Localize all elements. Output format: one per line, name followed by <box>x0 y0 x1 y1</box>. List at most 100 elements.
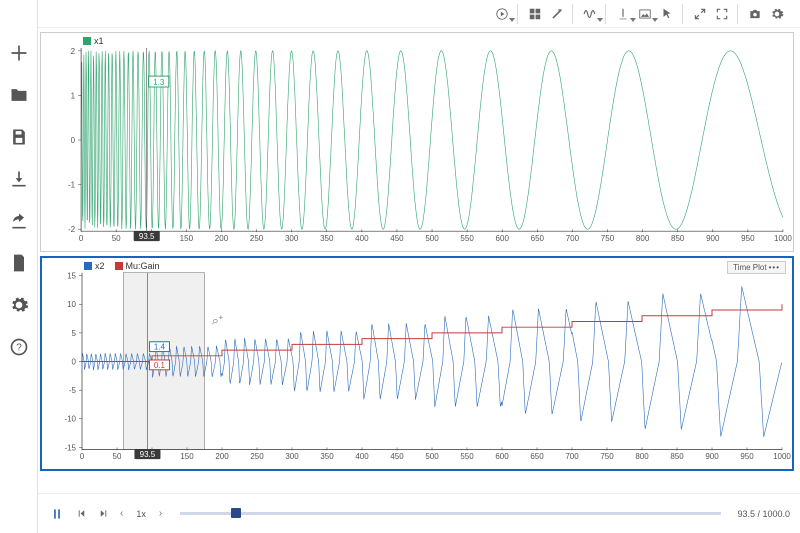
document-button[interactable] <box>6 250 32 276</box>
plots-container: x1 0501001502002503003504004505005506006… <box>38 28 800 493</box>
svg-text:-15: -15 <box>64 443 76 452</box>
open-folder-button[interactable] <box>6 82 32 108</box>
svg-text:0: 0 <box>71 136 76 145</box>
help-button[interactable]: ? <box>6 334 32 360</box>
svg-text:10: 10 <box>67 300 76 309</box>
svg-text:300: 300 <box>285 452 299 461</box>
step-fwd-button[interactable] <box>96 507 110 521</box>
svg-text:700: 700 <box>566 234 580 243</box>
picture-button[interactable] <box>634 4 656 24</box>
download-button[interactable] <box>6 166 32 192</box>
svg-text:350: 350 <box>320 452 334 461</box>
svg-text:900: 900 <box>705 452 719 461</box>
snapshot-button[interactable] <box>744 4 766 24</box>
svg-text:750: 750 <box>601 234 615 243</box>
svg-text:650: 650 <box>530 452 544 461</box>
top-toolbar <box>38 0 800 28</box>
run-button[interactable] <box>491 4 513 24</box>
svg-text:50: 50 <box>112 234 121 243</box>
svg-text:15: 15 <box>67 272 76 281</box>
svg-text:93.5: 93.5 <box>139 232 155 241</box>
svg-text:250: 250 <box>250 234 264 243</box>
speed-label: 1x <box>133 509 149 519</box>
svg-text:400: 400 <box>355 452 369 461</box>
svg-text:50: 50 <box>113 452 122 461</box>
pause-button[interactable] <box>48 505 66 523</box>
svg-text:-2: -2 <box>68 225 76 234</box>
svg-text:150: 150 <box>180 452 194 461</box>
svg-text:450: 450 <box>390 234 404 243</box>
svg-text:?: ? <box>16 342 22 353</box>
plot-1-canvas[interactable]: 0501001502002503003504004505005506006507… <box>41 33 793 251</box>
marker-button[interactable] <box>612 4 634 24</box>
svg-text:350: 350 <box>320 234 334 243</box>
legend-mu: Mu:Gain <box>126 261 160 271</box>
main-area: x1 0501001502002503003504004505005506006… <box>38 0 800 533</box>
timeline-thumb[interactable] <box>231 508 241 518</box>
svg-text:0: 0 <box>80 452 85 461</box>
plot-2[interactable]: x2 Mu:Gain Time Plot••• 0501001502002503… <box>40 256 794 471</box>
svg-text:0: 0 <box>72 358 77 367</box>
svg-text:1.4: 1.4 <box>154 343 166 352</box>
svg-text:850: 850 <box>671 234 685 243</box>
app-root: ? <box>0 0 800 533</box>
svg-text:250: 250 <box>250 452 264 461</box>
svg-text:-1: -1 <box>68 181 76 190</box>
svg-text:450: 450 <box>390 452 404 461</box>
svg-text:650: 650 <box>531 234 545 243</box>
svg-text:700: 700 <box>565 452 579 461</box>
svg-text:5: 5 <box>72 329 77 338</box>
svg-text:300: 300 <box>285 234 299 243</box>
legend-x1: x1 <box>94 36 104 46</box>
fullscreen-button[interactable] <box>711 4 733 24</box>
svg-text:600: 600 <box>496 234 510 243</box>
svg-text:1000: 1000 <box>773 452 791 461</box>
grid-layout-button[interactable] <box>524 4 546 24</box>
step-back-button[interactable] <box>74 507 88 521</box>
expand-button[interactable] <box>689 4 711 24</box>
svg-text:1.3: 1.3 <box>153 78 165 87</box>
clear-button[interactable] <box>546 4 568 24</box>
plot-2-canvas[interactable]: 0501001502002503003504004505005506006507… <box>42 258 792 469</box>
svg-text:150: 150 <box>180 234 194 243</box>
svg-text:200: 200 <box>215 452 229 461</box>
pointer-button[interactable] <box>656 4 678 24</box>
svg-text:600: 600 <box>495 452 509 461</box>
svg-text:850: 850 <box>670 452 684 461</box>
svg-text:2: 2 <box>71 47 76 56</box>
svg-text:800: 800 <box>635 452 649 461</box>
time-counter: 93.5 / 1000.0 <box>737 509 790 519</box>
timeline-track[interactable] <box>180 512 721 515</box>
plot-2-type-badge[interactable]: Time Plot••• <box>727 261 786 274</box>
speed-inc-button[interactable]: › <box>157 508 164 519</box>
svg-text:800: 800 <box>636 234 650 243</box>
config-button[interactable] <box>766 4 788 24</box>
svg-text:-5: -5 <box>69 386 77 395</box>
settings-button[interactable] <box>6 292 32 318</box>
svg-text:0: 0 <box>79 234 84 243</box>
signal-button[interactable] <box>579 4 601 24</box>
legend-x2: x2 <box>95 261 105 271</box>
plot-2-legend: x2 Mu:Gain <box>84 261 160 271</box>
export-button[interactable] <box>6 208 32 234</box>
svg-text:500: 500 <box>425 452 439 461</box>
svg-text:1: 1 <box>71 91 76 100</box>
plot-1-legend: x1 <box>83 36 104 46</box>
plot-1[interactable]: x1 0501001502002503003504004505005506006… <box>40 32 794 252</box>
svg-text:-10: -10 <box>64 415 76 424</box>
svg-text:1000: 1000 <box>774 234 792 243</box>
svg-text:550: 550 <box>460 234 474 243</box>
svg-text:950: 950 <box>740 452 754 461</box>
svg-text:950: 950 <box>741 234 755 243</box>
svg-text:400: 400 <box>355 234 369 243</box>
speed-dec-button[interactable]: ‹ <box>118 508 125 519</box>
add-button[interactable] <box>6 40 32 66</box>
svg-text:0.1: 0.1 <box>154 361 166 370</box>
svg-text:200: 200 <box>215 234 229 243</box>
svg-text:550: 550 <box>460 452 474 461</box>
sidebar: ? <box>0 0 38 533</box>
svg-text:750: 750 <box>600 452 614 461</box>
svg-text:500: 500 <box>425 234 439 243</box>
svg-text:900: 900 <box>706 234 720 243</box>
save-button[interactable] <box>6 124 32 150</box>
